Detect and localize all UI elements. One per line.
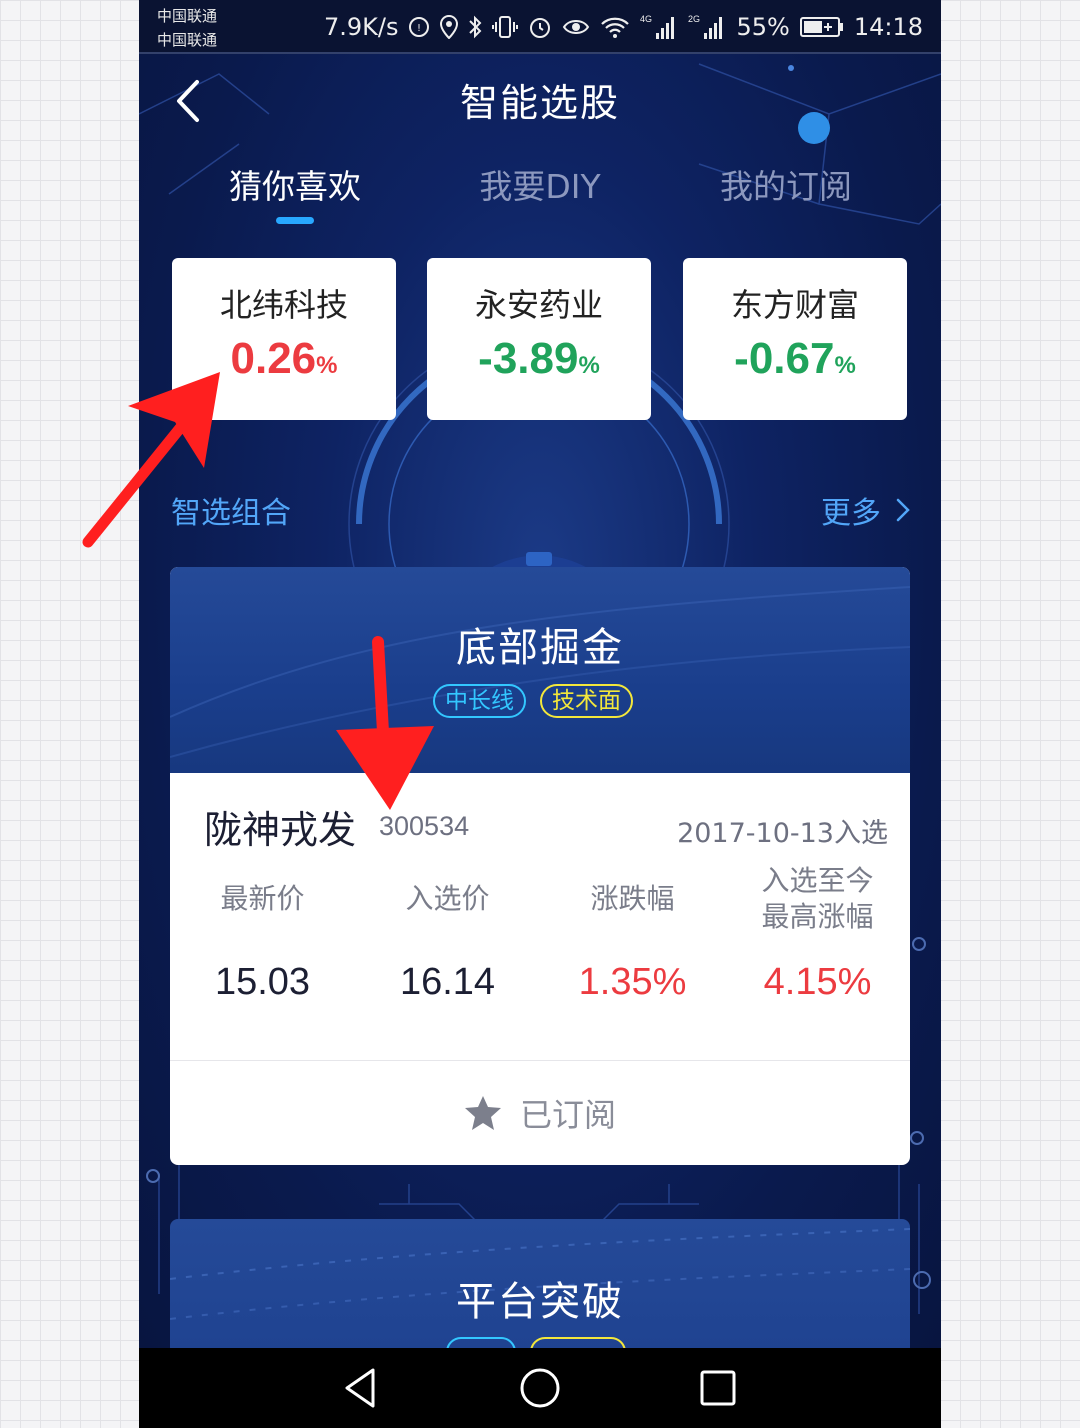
clock: 14:18: [853, 13, 923, 41]
circle-home-icon: [520, 1368, 560, 1408]
signal-2g-icon: 2G: [688, 14, 723, 39]
signal-4g-icon: 4G: [640, 14, 675, 39]
picked-stock-name: 陇神戎发: [204, 808, 357, 852]
stock-card-name: 东方财富: [730, 286, 859, 324]
strategy-card-header: 底部掘金 中长线 技术面: [170, 567, 910, 773]
star-icon: [464, 1096, 501, 1130]
metric-value-entry-price: 16.14: [399, 961, 496, 1003]
metric-label-max-gain: 入选至今 最高涨幅: [761, 864, 874, 933]
nav-back-button[interactable]: [339, 1366, 383, 1410]
stock-card-change: -3.89%: [478, 334, 600, 383]
square-recents-icon: [700, 1370, 736, 1406]
more-link[interactable]: 更多: [821, 488, 911, 532]
svg-text:!: !: [417, 23, 421, 34]
section-label-smart-portfolio: 智选组合: [171, 496, 291, 531]
phone-screen: 中国联通 中国联通 7.9K/s ! 4G 2G 55% 14:18 智能选股 …: [139, 0, 941, 1428]
metric-value-latest-price: 15.03: [214, 961, 311, 1003]
stock-card-change: -0.67%: [734, 334, 856, 383]
net-speed: 7.9K/s: [323, 13, 399, 41]
more-link-label: 更多: [821, 496, 881, 531]
tab-my-subscriptions[interactable]: 我的订阅: [686, 160, 886, 208]
subscribe-label: 已订阅: [519, 1096, 616, 1134]
tab-diy[interactable]: 我要DIY: [440, 160, 640, 208]
tag-partial-cyan: [446, 1337, 516, 1348]
tag-long-term: 中长线: [433, 684, 526, 718]
metric-value-change: 1.35%: [578, 961, 687, 1003]
status-icons: 7.9K/s ! 4G 2G 55% 14:18: [324, 10, 923, 44]
location-icon: [440, 15, 459, 39]
svg-text:2G: 2G: [688, 14, 700, 24]
stock-card-name: 永安药业: [474, 286, 603, 324]
system-nav-bar: [139, 1348, 941, 1428]
stock-card-beiwei[interactable]: 北纬科技 0.26%: [172, 258, 396, 420]
strategy-card-platform-breakout[interactable]: 平台突破: [170, 1219, 910, 1348]
triangle-back-icon: [345, 1368, 375, 1408]
carrier-2: 中国联通: [157, 31, 218, 49]
metric-label-change: 涨跌幅: [590, 882, 675, 915]
tag-partial-yellow: [530, 1337, 626, 1348]
picked-stock-code: 300534: [379, 811, 470, 841]
chevron-right-icon: [896, 498, 910, 522]
strategy-card-bottom-gold[interactable]: 底部掘金 中长线 技术面 陇神戎发 300534 2017-10-13入选 最新…: [170, 567, 910, 1165]
stock-card-dongfang[interactable]: 东方财富 -0.67%: [683, 258, 907, 420]
active-tab-indicator: [276, 217, 314, 224]
pick-date: 2017-10-13入选: [677, 818, 888, 849]
subscribe-button[interactable]: 已订阅: [170, 1061, 910, 1165]
nav-recents-button[interactable]: [696, 1366, 740, 1410]
metric-value-max-gain: 4.15%: [763, 961, 872, 1003]
app-content: 智能选股 猜你喜欢 我要DIY 我的订阅 北纬科技 0.26% 永安药业 -3.…: [139, 54, 941, 1348]
eye-comfort-icon: [563, 20, 590, 34]
stock-card-yongan[interactable]: 永安药业 -3.89%: [427, 258, 651, 420]
strategy-2-title: 平台突破: [456, 1279, 624, 1325]
svg-text:4G: 4G: [640, 14, 652, 24]
vibrate-icon: [492, 16, 519, 38]
strategy-title: 底部掘金: [456, 625, 624, 671]
nav-home-button[interactable]: [518, 1366, 562, 1410]
metric-label-latest-price: 最新价: [220, 882, 305, 915]
tag-technical: 技术面: [540, 684, 633, 718]
battery-percent: 55%: [736, 13, 790, 41]
tab-guess-you-like[interactable]: 猜你喜欢: [195, 160, 395, 208]
metric-label-entry-price: 入选价: [405, 882, 490, 915]
status-bar: 中国联通 中国联通 7.9K/s ! 4G 2G 55% 14:18: [139, 0, 941, 54]
alarm-icon: [530, 18, 551, 38]
data-saver-icon: !: [409, 17, 430, 37]
wifi-icon: [601, 17, 630, 38]
bluetooth-icon: [469, 15, 482, 39]
stock-card-change: 0.26%: [230, 334, 338, 383]
page-title: 智能选股: [459, 81, 620, 125]
carrier-1: 中国联通: [157, 7, 218, 25]
stock-card-name: 北纬科技: [219, 286, 348, 324]
battery-charging-icon: [799, 17, 843, 37]
